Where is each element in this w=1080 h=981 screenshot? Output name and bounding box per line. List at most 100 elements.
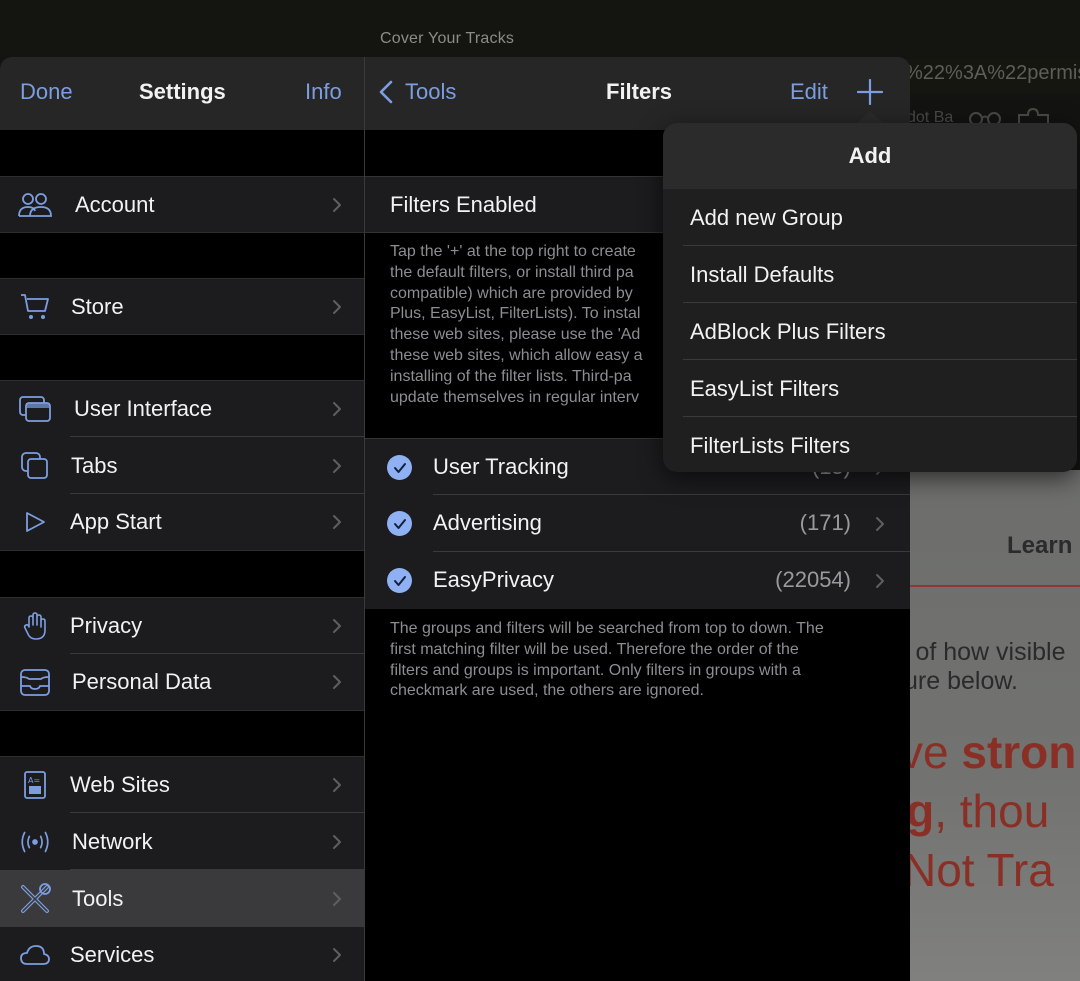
menu-item-add-new-group[interactable]: Add new Group [663, 189, 1077, 246]
sidebar-item-personal-data[interactable]: Personal Data [0, 654, 364, 711]
sidebar-item-tools[interactable]: Tools [0, 870, 364, 927]
paragraph-line: v of how visible [910, 638, 1066, 666]
description-line: update themselves in regular interv [390, 388, 640, 406]
description-line: Tap the '+' at the top right to create [390, 243, 636, 260]
filters-footer-note: The groups and filters will be searched … [390, 619, 900, 702]
sidebar-item-services[interactable]: Services [0, 927, 364, 981]
description-line: the default filters, or install third pa [390, 263, 634, 281]
sidebar-item-label: Web Sites [70, 772, 170, 797]
chevron-right-icon [333, 891, 341, 906]
chevron-right-icon [333, 619, 341, 633]
description-line: Plus, EasyList, FilterLists). To instal [390, 305, 641, 323]
add-menu-title: Add [663, 123, 1077, 189]
sidebar-item-label: Network [72, 828, 153, 854]
cart-icon [18, 290, 52, 324]
browser-toolbar: dot Ba [905, 95, 1080, 125]
add-menu-items: Add new Group Install Defaults AdBlock Plu… [663, 189, 1077, 472]
svg-text:A=: A= [28, 776, 40, 785]
chevron-right-icon [333, 675, 341, 689]
add-menu-popover: Add Add new Group Install Defaults AdBlock… [663, 123, 1077, 472]
add-button[interactable] [856, 78, 884, 111]
chevron-right-icon [876, 574, 884, 588]
windows-icon [18, 392, 52, 426]
checkmark-icon[interactable] [387, 568, 412, 593]
back-button-label: Tools [405, 79, 457, 104]
done-button[interactable]: Done [20, 79, 73, 105]
headline-line: ng, thou [910, 784, 1049, 838]
filter-group-name: User Tracking [433, 454, 569, 479]
learn-link[interactable]: Learn [1007, 532, 1072, 560]
checkmark-icon[interactable] [387, 511, 412, 536]
browser-url-bar[interactable]: %22%3A%22permis [905, 58, 1080, 94]
checkmark-icon[interactable] [387, 455, 412, 480]
browser-page-title: Cover Your Tracks [380, 30, 515, 47]
document-icon: A= [18, 768, 52, 802]
tools-icon [18, 882, 52, 916]
headline-line: Not Tra [910, 844, 1054, 896]
footer-line: checkmark are used, the others are ignor… [390, 682, 704, 700]
chevron-right-icon [333, 778, 341, 792]
sidebar-item-label: Store [71, 293, 124, 319]
sidebar-item-label: User Interface [74, 396, 213, 421]
screen: Cover Your Tracks %22%3A%22permis dot Ba… [0, 0, 1080, 981]
back-button[interactable]: Tools [379, 79, 456, 105]
sidebar-item-label: Account [75, 191, 155, 217]
menu-item-adblock-plus-filters[interactable]: AdBlock Plus Filters [663, 303, 1077, 360]
chevron-right-icon [876, 517, 884, 531]
sidebar-item-app-start[interactable]: App Start [0, 494, 364, 551]
menu-item-label: Add new Group [690, 204, 843, 230]
filters-nav-bar: Tools Filters Edit [365, 57, 910, 130]
antenna-icon [18, 825, 52, 859]
play-icon [18, 505, 52, 539]
description-line: these web sites, please use the 'Ad [390, 326, 641, 344]
sidebar-item-label: Tools [72, 885, 124, 911]
sidebar-item-label: App Start [70, 509, 162, 534]
settings-nav-bar: Done Settings Info [0, 57, 364, 130]
description-line: these web sites, which allow easy a [390, 346, 643, 364]
menu-item-install-defaults[interactable]: Install Defaults [663, 246, 1077, 303]
footer-line: filters and groups is important. Only fi… [390, 661, 801, 679]
settings-title: Settings [139, 79, 226, 104]
filters-enabled-label: Filters Enabled [390, 192, 537, 217]
hand-icon [18, 609, 52, 643]
sidebar-item-label: Privacy [70, 613, 143, 638]
sidebar-item-store[interactable]: Store [0, 278, 364, 335]
cloud-icon [18, 938, 52, 972]
sidebar-item-label: Personal Data [72, 669, 212, 694]
chevron-right-icon [333, 948, 341, 962]
filter-group-row[interactable]: Advertising (171) [365, 495, 910, 552]
filter-group-row[interactable]: EasyPrivacy (22054) [365, 552, 910, 609]
menu-item-easylist-filters[interactable]: EasyList Filters [663, 360, 1077, 417]
chevron-right-icon [333, 402, 341, 416]
menu-item-filterlists-filters[interactable]: FilterLists Filters [663, 417, 1077, 472]
tray-icon [18, 665, 52, 699]
chevron-right-icon [333, 299, 341, 314]
nav-underline [910, 585, 1080, 587]
filters-description: Tap the '+' at the top right to create th… [390, 242, 670, 408]
chevron-left-icon [379, 80, 393, 104]
menu-item-label: FilterLists Filters [690, 432, 851, 458]
people-icon [18, 188, 52, 222]
paragraph-line: ure below. [910, 667, 1018, 695]
headline-text: ve [910, 726, 949, 778]
sidebar-item-account[interactable]: Account [0, 176, 364, 233]
sidebar-item-user-interface[interactable]: User Interface [0, 380, 364, 437]
edit-button[interactable]: Edit [790, 79, 828, 105]
menu-item-label: Install Defaults [690, 261, 835, 287]
sidebar-item-network[interactable]: Network [0, 813, 364, 870]
headline-bold-text: stron [961, 726, 1077, 778]
sidebar-item-label: Tabs [71, 452, 118, 478]
info-button[interactable]: Info [305, 79, 342, 105]
sidebar-item-tabs[interactable]: Tabs [0, 437, 364, 494]
chevron-right-icon [333, 458, 341, 473]
sidebar-item-web-sites[interactable]: A= Web Sites [0, 756, 364, 813]
footer-line: first matching filter will be used. Ther… [390, 640, 799, 658]
description-line: installing of the filter lists. Third-pa [390, 367, 632, 385]
sidebar-item-privacy[interactable]: Privacy [0, 597, 364, 654]
menu-item-label: EasyList Filters [690, 375, 840, 401]
filter-group-name: Advertising [433, 510, 542, 535]
menu-item-label: AdBlock Plus Filters [690, 318, 886, 344]
description-line: compatible) which are provided by [390, 284, 633, 302]
sidebar-item-label: Services [70, 942, 155, 967]
browser-web-content: Learn v of how visible ure below. ve str… [910, 470, 1080, 981]
